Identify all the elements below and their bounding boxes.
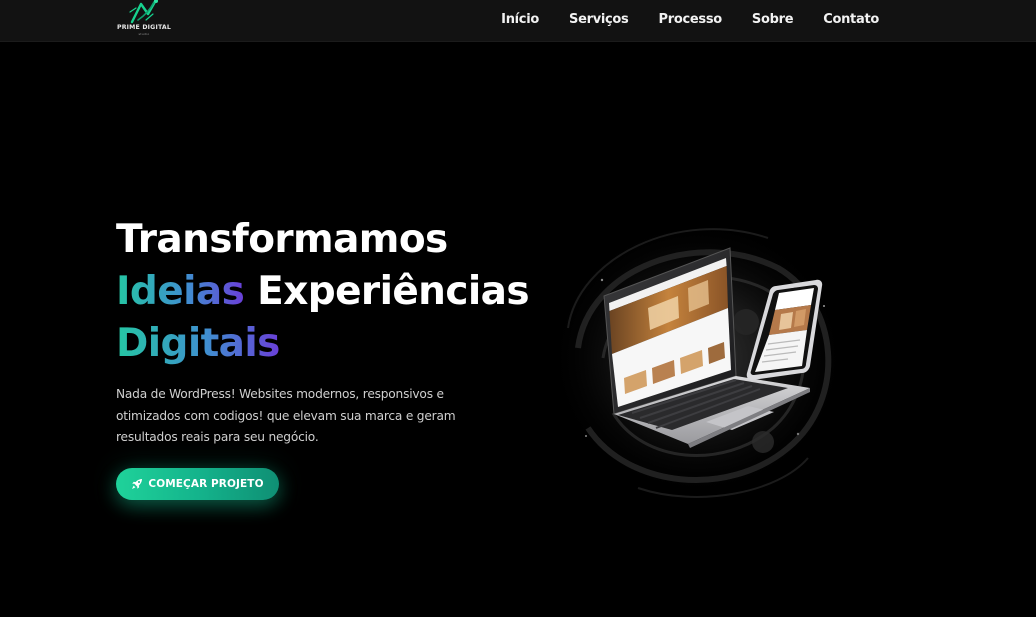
brand-tagline: studio — [138, 32, 150, 36]
nav-link-inicio[interactable]: Início — [501, 12, 539, 27]
nav-link-sobre[interactable]: Sobre — [752, 12, 794, 27]
top-navbar: PRIME DIGITAL studio Início Serviços Pro… — [0, 0, 1036, 42]
hero-highlight-ideias: Ideias — [116, 269, 245, 314]
hero-title-line-1: Transformamos — [116, 217, 448, 262]
start-project-button[interactable]: COMEÇAR PROJETO — [116, 468, 279, 500]
start-project-label: COMEÇAR PROJETO — [148, 478, 264, 490]
nav-link-servicos[interactable]: Serviços — [569, 12, 629, 27]
hero-highlight-digitais: Digitais — [116, 321, 280, 366]
devices-mockup-svg — [548, 218, 848, 498]
devices-mockup-illustration — [548, 208, 856, 508]
main-nav: Início Serviços Processo Sobre Contato — [501, 0, 879, 38]
hero-title-experiencias: Experiências — [244, 269, 529, 314]
hero-description: Nada de WordPress! Websites modernos, re… — [116, 387, 456, 444]
nav-link-contato[interactable]: Contato — [823, 12, 879, 27]
brand-name: PRIME DIGITAL — [116, 24, 172, 31]
hero-title-line-2: Ideias Experiências — [116, 266, 530, 318]
hero-title-line-3: Digitais — [116, 318, 529, 370]
rocket-icon — [132, 479, 143, 489]
landing-page: PRIME DIGITAL studio Início Serviços Pro… — [0, 0, 1036, 617]
hero-title: Transformamos Ideias Experiências Digita… — [116, 214, 530, 370]
brand-logo[interactable]: PRIME DIGITAL studio — [116, 0, 172, 38]
logo-mark-icon — [129, 0, 158, 24]
nav-link-processo[interactable]: Processo — [659, 12, 723, 27]
